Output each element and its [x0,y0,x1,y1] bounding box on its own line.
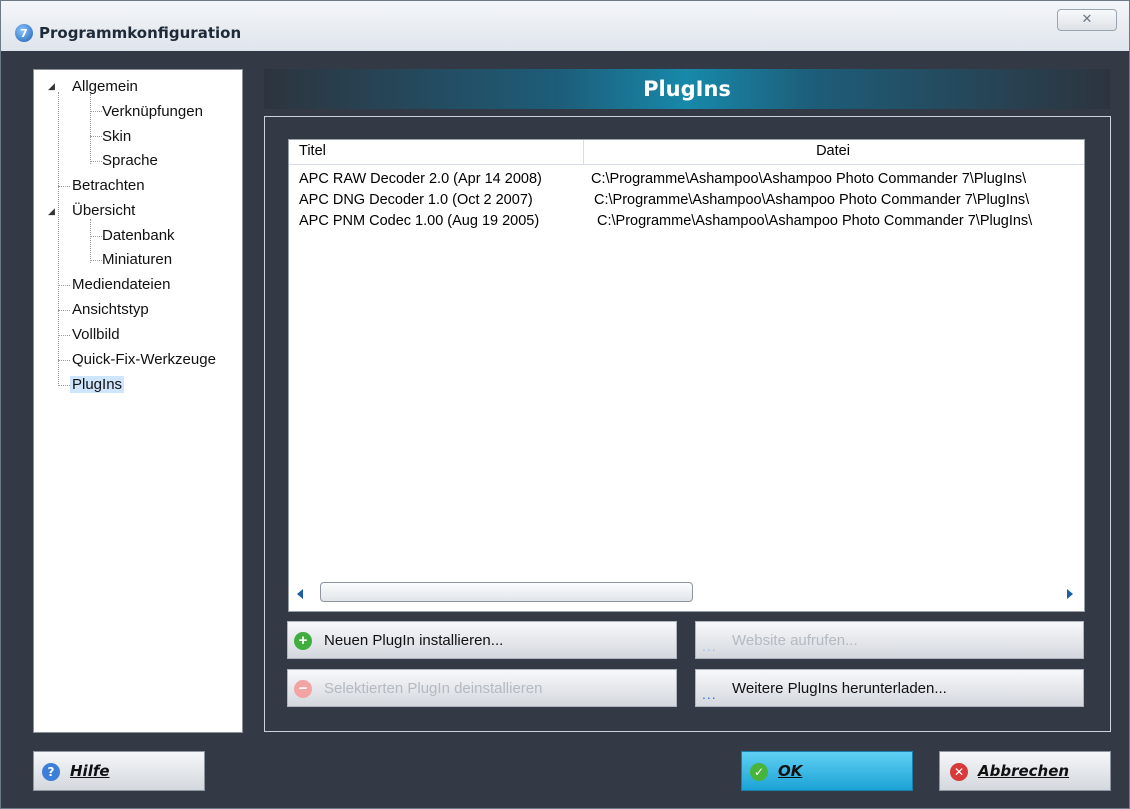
close-icon: ✕ [1081,12,1093,27]
tree-item-label: Skin [102,128,132,145]
tree-item-skin[interactable]: Skin [100,126,133,148]
list-item[interactable]: APC RAW Decoder 2.0 (Apr 14 2008) C:\Pro… [289,171,1084,191]
tree-item-label: Sprache [102,152,158,169]
window-title: Programmkonfiguration [39,24,242,42]
tree-item-sprache[interactable]: Sprache [100,150,160,172]
tree-item-betrachten[interactable]: Betrachten [70,175,147,197]
cancel-button[interactable]: ✕ Abbrechen [939,751,1111,791]
uninstall-plugin-button[interactable]: − Selektierten PlugIn deinstallieren [287,669,677,707]
tree-item-label: PlugIns [70,376,125,393]
tree-connector [58,360,70,361]
tree-connector [58,335,70,336]
scroll-right-arrow-icon[interactable] [1067,589,1073,599]
tree-item-label: Allgemein [72,78,138,95]
tree-item-datenbank[interactable]: Datenbank [100,225,177,247]
tree-connector [58,310,70,311]
tree-item-verknuepfungen[interactable]: Verknüpfungen [100,101,205,123]
install-plugin-label: Neuen PlugIn installieren... [324,632,504,649]
uninstall-plugin-label: Selektierten PlugIn deinstallieren [324,680,543,697]
tree-item-vollbild[interactable]: Vollbild [70,324,122,346]
plugin-title: APC PNM Codec 1.00 (Aug 19 2005) [299,213,540,229]
tree-connector [58,385,70,386]
tree-item-label: Vollbild [72,326,120,343]
title-bar: 7 Programmkonfiguration ✕ [1,1,1129,51]
tree-item-label: Datenbank [102,227,175,244]
help-button[interactable]: ? Hilfe [33,751,205,791]
ok-button[interactable]: ✓ OK [741,751,913,791]
tree-item-label: Verknüpfungen [102,103,203,120]
tree-item-allgemein[interactable]: Allgemein [70,76,140,98]
tree-item-label: Betrachten [72,177,145,194]
checkmark-circle-icon: ✓ [750,763,768,781]
dots-icon: ... [702,686,717,702]
tree-item-plugins[interactable]: PlugIns [70,374,125,396]
download-plugins-button[interactable]: ... Weitere PlugIns herunterladen... [695,669,1084,707]
tree-item-label: Quick-Fix-Werkzeuge [72,351,216,368]
tree-item-miniaturen[interactable]: Miniaturen [100,249,174,271]
install-plugin-button[interactable]: + Neuen PlugIn installieren... [287,621,677,659]
dots-icon: ... [702,638,717,654]
tree-connector [58,186,70,187]
plugin-file: C:\Programme\Ashampoo\Ashampoo Photo Com… [591,171,1027,187]
cancel-label: Abbrechen [978,762,1070,780]
plugin-file: C:\Programme\Ashampoo\Ashampoo Photo Com… [594,192,1030,208]
horizontal-scrollbar[interactable] [289,580,1084,608]
plus-circle-icon: + [294,632,312,650]
plugin-list[interactable]: Titel Datei APC RAW Decoder 2.0 (Apr 14 … [288,139,1085,612]
list-item[interactable]: APC PNM Codec 1.00 (Aug 19 2005) C:\Prog… [289,213,1084,233]
website-label: Website aufrufen... [732,632,858,649]
help-label: Hilfe [70,762,110,780]
column-header-datei[interactable]: Datei [583,143,1083,159]
scroll-left-arrow-icon[interactable] [297,589,303,599]
tree-connector [90,219,91,263]
app-logo-icon: 7 [15,24,33,42]
tree-connector [90,94,91,164]
scrollbar-thumb[interactable] [320,582,693,602]
plugin-title: APC DNG Decoder 1.0 (Oct 2 2007) [299,192,533,208]
x-circle-icon: ✕ [950,763,968,781]
column-header-titel[interactable]: Titel [299,143,326,159]
settings-tree: ◢ Allgemein Verknüpfungen Skin Sprache B… [33,69,243,733]
collapse-arrow-icon[interactable]: ◢ [48,81,55,92]
tree-connector [58,92,59,386]
tree-item-mediendateien[interactable]: Mediendateien [70,274,172,296]
tree-item-label: Ansichtstyp [72,301,149,318]
page-title: PlugIns [264,69,1110,109]
minus-circle-icon: − [294,680,312,698]
website-button[interactable]: ... Website aufrufen... [695,621,1084,659]
tree-item-ansichtstyp[interactable]: Ansichtstyp [70,299,151,321]
list-header: Titel Datei [289,140,1084,165]
tree-item-uebersicht[interactable]: Übersicht [70,200,137,222]
list-item[interactable]: APC DNG Decoder 1.0 (Oct 2 2007) C:\Prog… [289,192,1084,212]
tree-item-label: Übersicht [72,202,136,219]
question-circle-icon: ? [42,763,60,781]
configuration-dialog: 7 Programmkonfiguration ✕ ◢ Allgemein Ve… [0,0,1130,809]
tree-item-label: Mediendateien [72,276,171,293]
plugin-title: APC RAW Decoder 2.0 (Apr 14 2008) [299,171,542,187]
download-plugins-label: Weitere PlugIns herunterladen... [732,680,947,697]
tree-item-quick-fix-werkzeuge[interactable]: Quick-Fix-Werkzeuge [70,349,218,371]
tree-item-label: Miniaturen [102,251,173,268]
tree-connector [58,285,70,286]
ok-label: OK [778,762,803,780]
close-button[interactable]: ✕ [1057,9,1117,31]
plugin-file: C:\Programme\Ashampoo\Ashampoo Photo Com… [597,213,1033,229]
collapse-arrow-icon[interactable]: ◢ [48,206,55,217]
